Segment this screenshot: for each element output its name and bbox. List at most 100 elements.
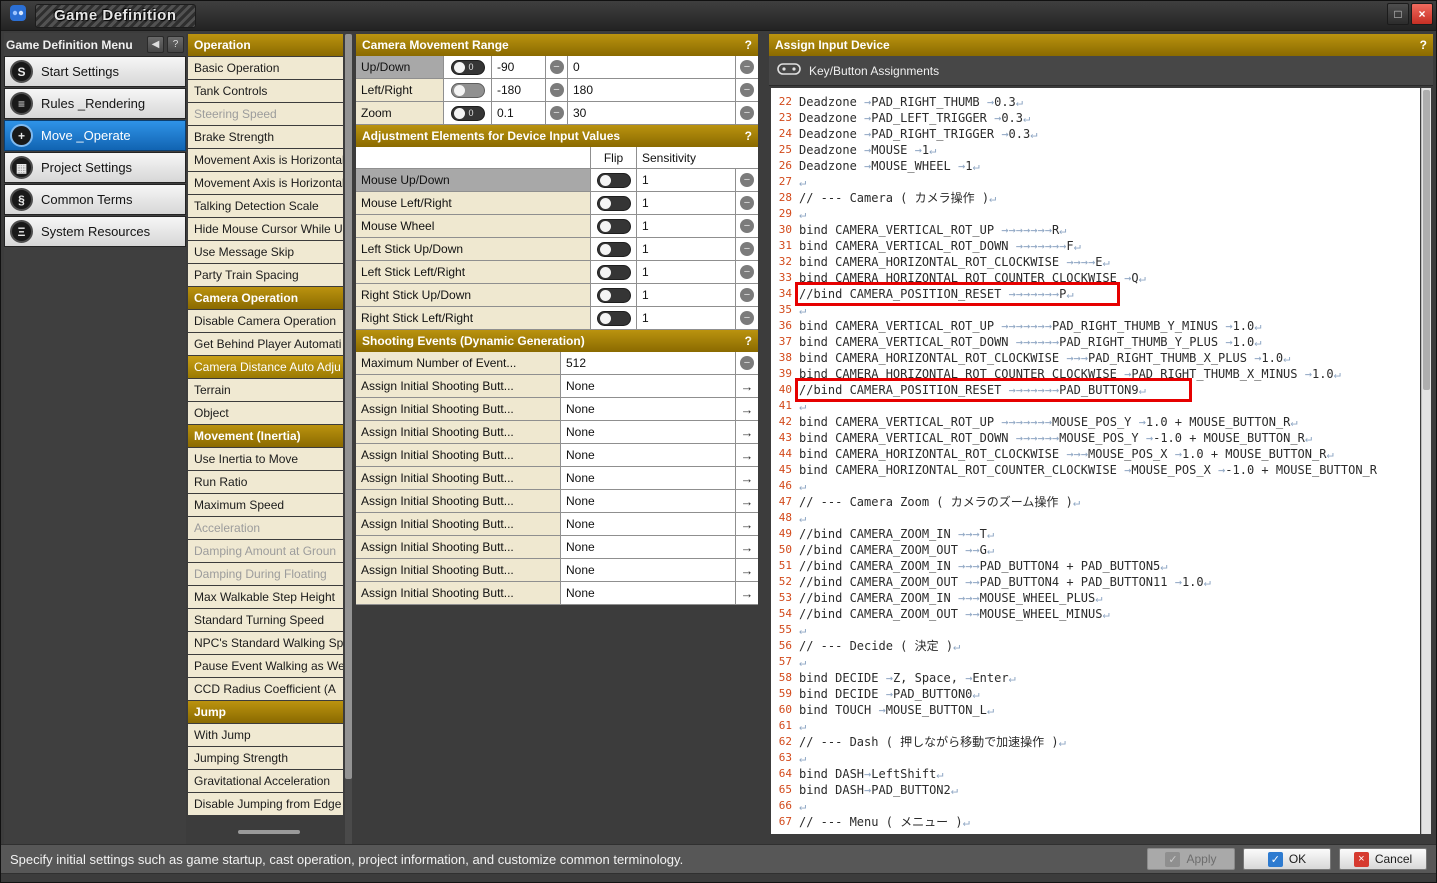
range-toggle[interactable]: 0 <box>450 105 485 121</box>
apply-button[interactable]: ✓ Apply <box>1147 848 1235 870</box>
shooting-assignment-field[interactable]: None <box>561 582 736 604</box>
operation-list-item[interactable]: Damping During Floating <box>188 563 343 585</box>
shooting-expand-button[interactable]: → <box>736 490 758 512</box>
flip-toggle[interactable] <box>596 310 631 326</box>
range-min-reset-button[interactable]: − <box>546 56 568 78</box>
operation-list-item[interactable]: Get Behind Player Automati <box>188 333 343 355</box>
shooting-expand-button[interactable]: → <box>736 536 758 558</box>
sensitivity-field[interactable]: 1 <box>637 169 736 191</box>
shooting-assignment-field[interactable]: None <box>561 421 736 443</box>
sidebar-item[interactable]: + Move _Operate <box>4 120 186 151</box>
operation-list-item[interactable]: Movement Axis is Horizontal <box>188 172 343 194</box>
shooting-assignment-field[interactable]: None <box>561 513 736 535</box>
shooting-assignment-field[interactable]: None <box>561 398 736 420</box>
range-toggle[interactable]: 0 <box>450 59 485 75</box>
range-min-field[interactable]: -90 <box>492 56 546 78</box>
shooting-assignment-field[interactable]: None <box>561 444 736 466</box>
camera-range-help-button[interactable]: ? <box>745 38 752 52</box>
sensitivity-reset-button[interactable]: − <box>736 307 758 329</box>
shooting-expand-button[interactable]: → <box>736 582 758 604</box>
operation-list-item[interactable]: With Jump <box>188 724 343 746</box>
operation-list-item[interactable]: Steering Speed <box>188 103 343 125</box>
minimize-button[interactable]: □ <box>1387 3 1409 25</box>
operation-list-item[interactable]: Pause Event Walking as We <box>188 655 343 677</box>
shooting-expand-button[interactable]: → <box>736 444 758 466</box>
operation-list-item[interactable]: Use Message Skip <box>188 241 343 263</box>
assign-input-device-help-button[interactable]: ? <box>1420 38 1427 52</box>
flip-toggle[interactable] <box>596 287 631 303</box>
operation-list-item[interactable]: Movement (Inertia) <box>188 425 343 447</box>
scrollbar-thumb[interactable] <box>1423 90 1430 390</box>
range-max-field[interactable]: 30 <box>568 102 736 124</box>
input-assignments-editor[interactable]: 22 Deadzone →PAD_RIGHT_THUMB →0.3↵ 23 De… <box>771 88 1420 834</box>
back-button[interactable]: ◀ <box>147 36 164 53</box>
sidebar-item[interactable]: Ξ System Resources <box>4 216 186 247</box>
sensitivity-reset-button[interactable]: − <box>736 215 758 237</box>
sidebar-item[interactable]: § Common Terms <box>4 184 186 215</box>
scrollbar-thumb[interactable] <box>345 34 352 780</box>
range-min-field[interactable]: -180 <box>492 79 546 101</box>
range-min-reset-button[interactable]: − <box>546 102 568 124</box>
operation-list-item[interactable]: Gravitational Acceleration <box>188 770 343 792</box>
sensitivity-field[interactable]: 1 <box>637 284 736 306</box>
shooting-help-button[interactable]: ? <box>745 334 752 348</box>
operation-list-item[interactable]: Use Inertia to Move <box>188 448 343 470</box>
operation-list-item[interactable]: Max Walkable Step Height <box>188 586 343 608</box>
sensitivity-field[interactable]: 1 <box>637 307 736 329</box>
operation-list-item[interactable]: Party Train Spacing <box>188 264 343 286</box>
sensitivity-reset-button[interactable]: − <box>736 261 758 283</box>
shooting-expand-button[interactable]: → <box>736 398 758 420</box>
operation-list-item[interactable]: Maximum Speed <box>188 494 343 516</box>
ok-button[interactable]: ✓ OK <box>1243 848 1331 870</box>
shooting-assignment-field[interactable]: None <box>561 467 736 489</box>
max-events-reset-button[interactable]: − <box>736 352 758 374</box>
shooting-expand-button[interactable]: → <box>736 513 758 535</box>
operation-list-item[interactable]: Disable Jumping from Edge <box>188 793 343 815</box>
shooting-expand-button[interactable]: → <box>736 559 758 581</box>
operation-list-hscrollbar[interactable] <box>238 830 300 834</box>
cancel-button[interactable]: × Cancel <box>1339 848 1427 870</box>
sensitivity-field[interactable]: 1 <box>637 238 736 260</box>
range-toggle[interactable]: 0 <box>450 82 485 98</box>
adjustment-help-button[interactable]: ? <box>745 129 752 143</box>
range-max-reset-button[interactable]: − <box>736 79 758 101</box>
operation-list-item[interactable]: Talking Detection Scale <box>188 195 343 217</box>
operation-list-item[interactable]: NPC's Standard Walking Sp <box>188 632 343 654</box>
flip-toggle[interactable] <box>596 241 631 257</box>
flip-toggle[interactable] <box>596 172 631 188</box>
operation-list-item[interactable]: Basic Operation <box>188 57 343 79</box>
sidebar-help-button[interactable]: ? <box>167 36 184 53</box>
sensitivity-reset-button[interactable]: − <box>736 192 758 214</box>
range-max-reset-button[interactable]: − <box>736 56 758 78</box>
operation-list-item[interactable]: Brake Strength <box>188 126 343 148</box>
operation-list-scrollbar[interactable] <box>345 34 352 844</box>
operation-list-item[interactable]: Standard Turning Speed <box>188 609 343 631</box>
editor-scrollbar[interactable] <box>1421 88 1431 834</box>
operation-list-item[interactable]: Jump <box>188 701 343 723</box>
operation-list-item[interactable]: Hide Mouse Cursor While U <box>188 218 343 240</box>
sidebar-item[interactable]: ≡ Rules _Rendering <box>4 88 186 119</box>
sidebar-item[interactable]: S Start Settings <box>4 56 186 87</box>
operation-list-item[interactable]: Operation <box>188 34 343 56</box>
flip-toggle[interactable] <box>596 195 631 211</box>
shooting-expand-button[interactable]: → <box>736 421 758 443</box>
shooting-expand-button[interactable]: → <box>736 467 758 489</box>
shooting-assignment-field[interactable]: None <box>561 536 736 558</box>
sidebar-item[interactable]: ▦ Project Settings <box>4 152 186 183</box>
operation-list-item[interactable]: Terrain <box>188 379 343 401</box>
range-min-reset-button[interactable]: − <box>546 79 568 101</box>
sensitivity-reset-button[interactable]: − <box>736 169 758 191</box>
range-min-field[interactable]: 0.1 <box>492 102 546 124</box>
operation-list-item[interactable]: Tank Controls <box>188 80 343 102</box>
operation-list-item[interactable]: Acceleration <box>188 517 343 539</box>
range-max-reset-button[interactable]: − <box>736 102 758 124</box>
operation-list-item[interactable]: Disable Camera Operation <box>188 310 343 332</box>
shooting-assignment-field[interactable]: None <box>561 490 736 512</box>
shooting-assignment-field[interactable]: None <box>561 559 736 581</box>
range-max-field[interactable]: 0 <box>568 56 736 78</box>
range-max-field[interactable]: 180 <box>568 79 736 101</box>
operation-list-item[interactable]: Movement Axis is Horizontal <box>188 149 343 171</box>
operation-list-item[interactable]: Object <box>188 402 343 424</box>
max-events-field[interactable]: 512 <box>561 352 736 374</box>
shooting-expand-button[interactable]: → <box>736 375 758 397</box>
